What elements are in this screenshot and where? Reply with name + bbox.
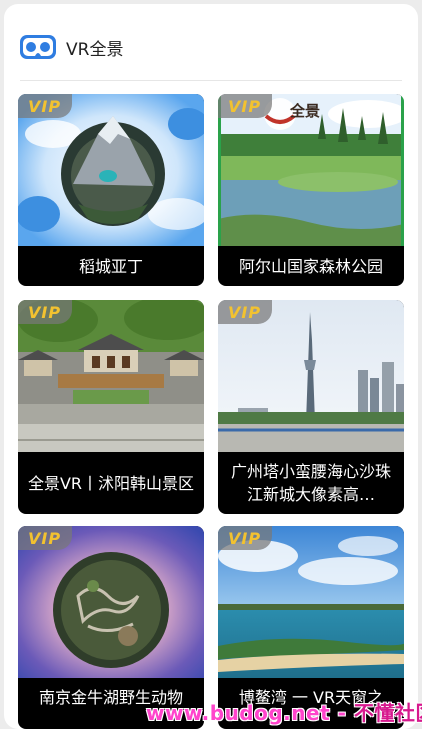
vr-headset-icon [20, 35, 56, 59]
vip-badge: VIP [18, 300, 72, 324]
vr-panorama-panel: VR全景 VIP 稻城亚丁 全景 VIP 阿尔山国家森林公园 VIP 全景VR丨… [4, 4, 418, 729]
panorama-card-canton-tower[interactable]: VIP 广州塔小蛮腰海心沙珠江新城大像素高… [218, 300, 404, 514]
card-title: 全景VR丨沭阳韩山景区 [27, 473, 195, 493]
section-title: VR全景 [66, 39, 124, 60]
vip-badge: VIP [218, 300, 272, 324]
panorama-card-daocheng[interactable]: VIP 稻城亚丁 [18, 94, 204, 286]
card-thumbnail: VIP [18, 300, 204, 452]
header-divider [20, 80, 402, 81]
card-thumbnail: 全景 VIP [218, 94, 404, 246]
vip-badge: VIP [218, 94, 272, 118]
vip-badge: VIP [18, 94, 72, 118]
vip-badge: VIP [18, 526, 72, 550]
watermark-name: 不懂社区 [353, 701, 422, 725]
vip-badge: VIP [218, 526, 272, 550]
card-title: 阿尔山国家森林公园 [238, 256, 383, 276]
watermark-separator: - [330, 701, 354, 725]
card-thumbnail: VIP [18, 526, 204, 678]
card-thumbnail: VIP [218, 526, 404, 678]
brand-logo-text: 全景 [290, 102, 321, 120]
section-header: VR全景 [18, 28, 408, 66]
card-thumbnail: VIP [18, 94, 204, 246]
card-thumbnail: VIP [218, 300, 404, 452]
card-title: 稻城亚丁 [78, 256, 143, 276]
watermark-site: www.budog.net [146, 701, 331, 725]
card-title: 广州塔小蛮腰海心沙珠江新城大像素高… [230, 462, 391, 504]
panorama-card-aershan[interactable]: 全景 VIP 阿尔山国家森林公园 [218, 94, 404, 286]
site-watermark: www.budog.net - 不懂社区 [146, 697, 422, 726]
panorama-card-hanshan[interactable]: VIP 全景VR丨沭阳韩山景区 [18, 300, 204, 514]
